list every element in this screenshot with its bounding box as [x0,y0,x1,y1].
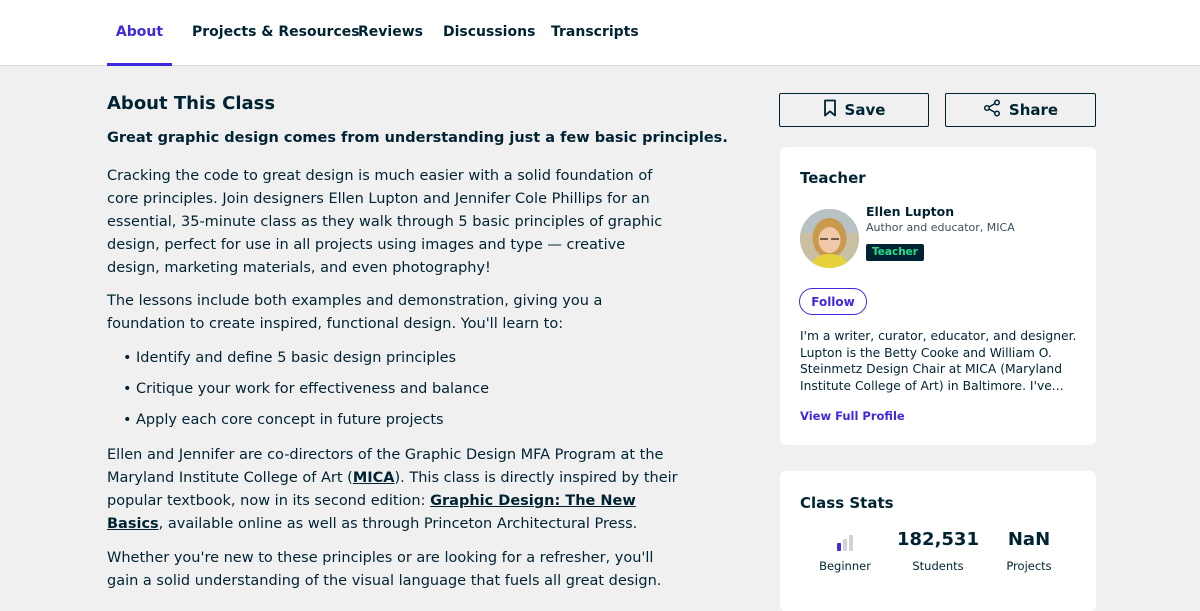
about-paragraph-2: The lessons include both examples and de… [107,293,603,332]
teacher-name[interactable]: Ellen Lupton [866,204,954,219]
about-heading: About This Class [107,93,276,114]
mica-link[interactable]: MICA [353,470,395,486]
learning-list: Identify and define 5 basic design princ… [123,347,489,440]
save-button[interactable]: Save [779,93,929,127]
tab-transcripts[interactable]: Transcripts [551,0,639,66]
stat-level-label: Beginner [819,559,871,573]
teacher-card: Teacher Ellen Lupton Author and educator… [780,147,1096,445]
tab-projects-resources[interactable]: Projects & Resources [192,0,360,66]
stat-students-label: Students [912,559,964,573]
text: , available online as well as through Pr… [158,516,638,532]
stat-students-value: 182,531 [897,529,979,550]
tab-reviews[interactable]: Reviews [358,0,423,66]
class-stats-title: Class Stats [800,494,894,512]
level-bar [843,539,847,551]
view-full-profile-link[interactable]: View Full Profile [800,409,905,423]
avatar[interactable] [800,209,859,268]
share-button[interactable]: Share [945,93,1096,127]
stat-projects-value: NaN [1007,529,1051,550]
share-label: Share [1008,101,1059,119]
list-item: Identify and define 5 basic design princ… [123,347,489,378]
tab-about[interactable]: About [107,0,172,66]
class-stats-card: Class Stats Beginner 182,531 Students Na… [780,471,1096,611]
follow-button[interactable]: Follow [799,288,867,315]
stat-students: 182,531 Students [893,526,983,573]
teacher-role: Author and educator, MICA [866,221,1015,234]
teacher-bio: I'm a writer, curator, educator, and des… [800,329,1077,393]
bookmark-icon [823,99,837,121]
stat-projects-label: Projects [1006,559,1052,573]
list-item: Critique your work for effectiveness and… [123,378,489,409]
teacher-badge: Teacher [866,244,924,261]
about-paragraph-1: Cracking the code to great design is muc… [107,168,663,276]
level-bars-icon [800,526,890,553]
about-lead: Great graphic design comes from understa… [107,130,728,146]
about-paragraph-4: Whether you're new to these principles o… [107,550,662,589]
tab-discussions[interactable]: Discussions [443,0,535,66]
class-tab-bar: About Projects & Resources Reviews Discu… [0,0,1200,66]
share-icon [983,99,1001,121]
teacher-card-title: Teacher [800,169,866,187]
stat-projects: NaN Projects [984,526,1074,573]
about-paragraph-3: Ellen and Jennifer are co-directors of t… [107,444,682,536]
level-bar [837,543,841,551]
stat-level: Beginner [800,526,890,573]
list-item: Apply each core concept in future projec… [123,409,489,440]
save-label: Save [844,101,886,119]
level-bar [849,535,853,551]
